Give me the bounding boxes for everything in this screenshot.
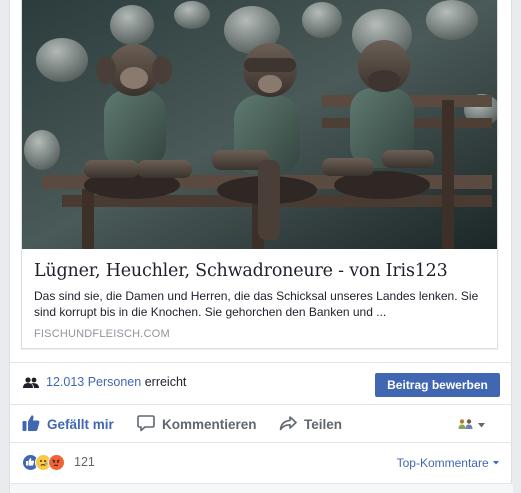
caret-down-icon	[492, 456, 500, 470]
reaction-count[interactable]: 121	[74, 455, 95, 469]
page-audience-icon	[458, 417, 474, 435]
reactions-summary: 121 Top-Kommentare	[10, 443, 513, 483]
reach-text: 12.013 Personen erreicht	[46, 375, 186, 389]
share-button[interactable]: Teilen	[279, 405, 342, 443]
link-preview-image[interactable]	[22, 0, 497, 249]
reach-suffix: erreicht	[144, 375, 187, 389]
share-label: Teilen	[304, 416, 343, 432]
comment-sort-label: Top-Kommentare	[396, 456, 489, 470]
share-arrow-icon	[279, 414, 304, 435]
people-icon	[23, 376, 39, 394]
like-label: Gefällt mir	[47, 416, 114, 432]
like-button[interactable]: Gefällt mir	[22, 405, 114, 443]
chevron-down-icon	[474, 417, 488, 435]
reaction-icons[interactable]	[22, 454, 65, 471]
comment-area-divider	[10, 483, 513, 493]
comment-label: Kommentieren	[162, 416, 257, 432]
thumbs-up-icon	[22, 414, 47, 435]
link-domain: FISCHUNDFLEISCH.COM	[34, 328, 170, 340]
reach-count-link[interactable]: 12.013 Personen	[46, 375, 141, 389]
comment-button[interactable]: Kommentieren	[137, 405, 257, 443]
link-description: Das sind sie, die Damen und Herren, die …	[34, 289, 479, 319]
link-title[interactable]: Lügner, Heuchler, Schwadroneure - von Ir…	[34, 258, 485, 284]
audience-selector[interactable]	[458, 417, 488, 435]
comment-icon	[137, 414, 162, 435]
post-actions: Gefällt mir Kommentieren Teilen	[10, 405, 513, 443]
reach-bar: 12.013 Personen erreicht Beitrag bewerbe…	[10, 362, 513, 405]
link-preview-card[interactable]: Lügner, Heuchler, Schwadroneure - von Ir…	[21, 0, 498, 349]
angry-reaction-icon	[48, 454, 65, 471]
boost-post-button[interactable]: Beitrag bewerben	[375, 373, 500, 397]
comment-sort-dropdown[interactable]: Top-Kommentare	[397, 456, 500, 470]
feed-post: Lügner, Heuchler, Schwadroneure - von Ir…	[9, 0, 513, 493]
